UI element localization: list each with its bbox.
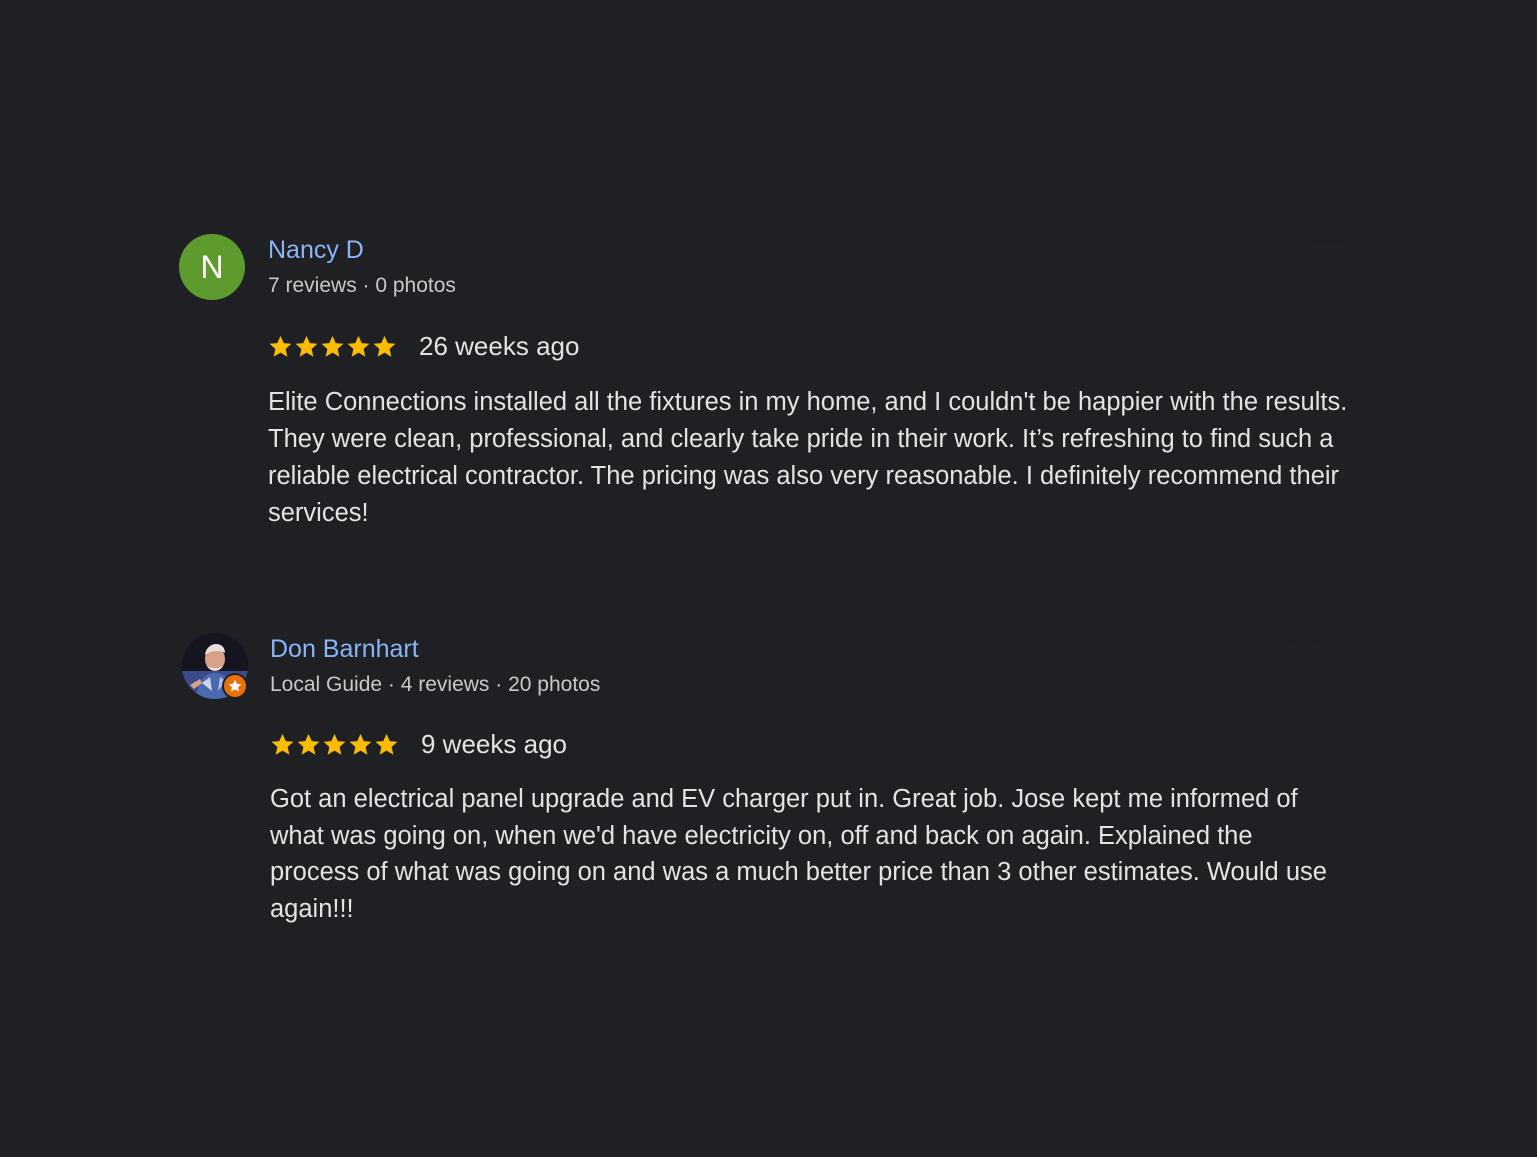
- star-icon: [297, 733, 320, 755]
- avatar[interactable]: N: [179, 234, 245, 300]
- star-rating: [268, 334, 397, 359]
- more-options-button[interactable]: [1295, 242, 1359, 306]
- review-date: 26 weeks ago: [419, 330, 580, 361]
- local-guide-badge: [222, 673, 248, 699]
- star-icon: [349, 733, 372, 755]
- star-icon: [347, 335, 370, 357]
- author-name-link[interactable]: Don Barnhart: [270, 635, 419, 664]
- star-icon: [375, 733, 398, 755]
- avatar[interactable]: [182, 633, 248, 699]
- review-text: Elite Connections installed all the fixt…: [268, 388, 1348, 527]
- author-meta: 7 reviews · 0 photos: [268, 274, 456, 297]
- author-meta: Local Guide · 4 reviews · 20 photos: [270, 673, 601, 696]
- rating-row: 26 weeks ago: [268, 330, 579, 362]
- review-date: 9 weeks ago: [421, 728, 567, 759]
- star-icon: [271, 733, 294, 755]
- review-text: Got an electrical panel upgrade and EV c…: [270, 785, 1327, 923]
- author-name-link[interactable]: Nancy D: [268, 236, 364, 265]
- avatar-initial: N: [200, 248, 224, 285]
- star-icon: [321, 335, 344, 357]
- more-options-button[interactable]: [1271, 641, 1335, 705]
- star-icon: [295, 335, 318, 357]
- star-rating: [270, 732, 399, 757]
- rating-row: 9 weeks ago: [270, 728, 567, 760]
- star-icon: [323, 733, 346, 755]
- star-icon: [269, 335, 292, 357]
- star-icon: [373, 335, 396, 357]
- local-guide-star-icon: [228, 679, 242, 692]
